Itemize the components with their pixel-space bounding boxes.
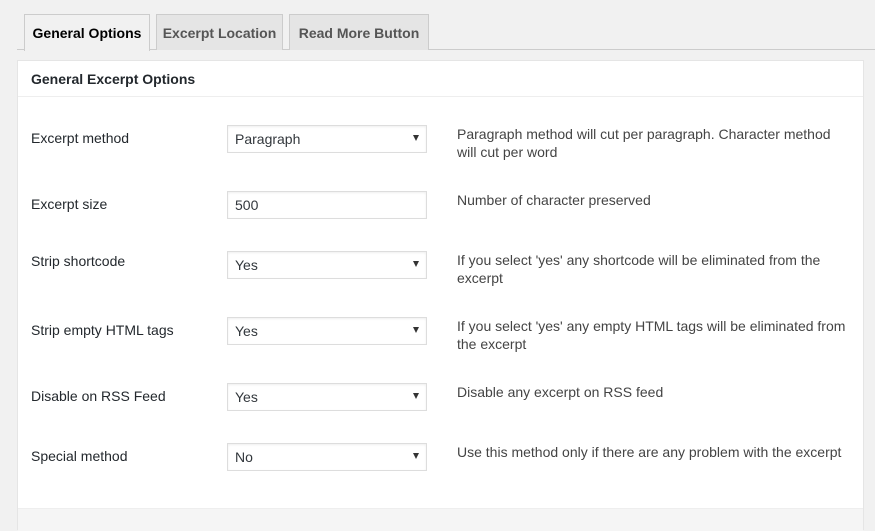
- disable-on-rss-feed-label: Disable on RSS Feed: [31, 388, 166, 404]
- strip-shortcode-select[interactable]: Yes: [227, 251, 427, 279]
- excerpt-size-value: 500: [235, 197, 259, 213]
- excerpt-method-value: Paragraph: [235, 131, 301, 147]
- special-method-select[interactable]: No: [227, 443, 427, 471]
- excerpt-size-label: Excerpt size: [31, 196, 108, 212]
- strip-shortcode-description: If you select 'yes' any shortcode will b…: [457, 252, 821, 286]
- excerpt-method-description: Paragraph method will cut per paragraph.…: [457, 126, 831, 160]
- dropdown-arrow-icon: [413, 327, 419, 333]
- disable-on-rss-feed-description: Disable any excerpt on RSS feed: [457, 384, 664, 400]
- strip-empty-html-tags-select[interactable]: Yes: [227, 317, 427, 345]
- general-excerpt-options-panel: General Excerpt Options Excerpt method P…: [17, 60, 864, 531]
- strip-shortcode-label: Strip shortcode: [31, 253, 126, 269]
- dropdown-arrow-icon: [413, 261, 419, 267]
- disable-on-rss-feed-value: Yes: [235, 389, 258, 405]
- dropdown-arrow-icon: [413, 393, 419, 399]
- strip-empty-html-tags-value: Yes: [235, 323, 258, 339]
- special-method-description: Use this method only if there are any pr…: [457, 444, 842, 460]
- excerpt-method-label: Excerpt method: [31, 130, 130, 146]
- strip-empty-html-tags-description: If you select 'yes' any empty HTML tags …: [457, 318, 846, 352]
- tab-general-options[interactable]: General Options: [24, 14, 150, 51]
- special-method-value: No: [235, 449, 253, 465]
- excerpt-size-description: Number of character preserved: [457, 192, 651, 208]
- strip-empty-html-tags-label: Strip empty HTML tags: [31, 322, 174, 338]
- tab-read-more-button[interactable]: Read More Button: [289, 14, 429, 50]
- dropdown-arrow-icon: [413, 135, 419, 141]
- strip-shortcode-value: Yes: [235, 257, 258, 273]
- tab-bar: General Options Excerpt Location Read Mo…: [0, 0, 875, 51]
- special-method-label: Special method: [31, 448, 128, 464]
- panel-footer: [18, 508, 863, 531]
- disable-on-rss-feed-select[interactable]: Yes: [227, 383, 427, 411]
- excerpt-size-input[interactable]: 500: [227, 191, 427, 219]
- tab-excerpt-location[interactable]: Excerpt Location: [156, 14, 283, 50]
- excerpt-method-select[interactable]: Paragraph: [227, 125, 427, 153]
- dropdown-arrow-icon: [413, 453, 419, 459]
- panel-title: General Excerpt Options: [18, 61, 863, 97]
